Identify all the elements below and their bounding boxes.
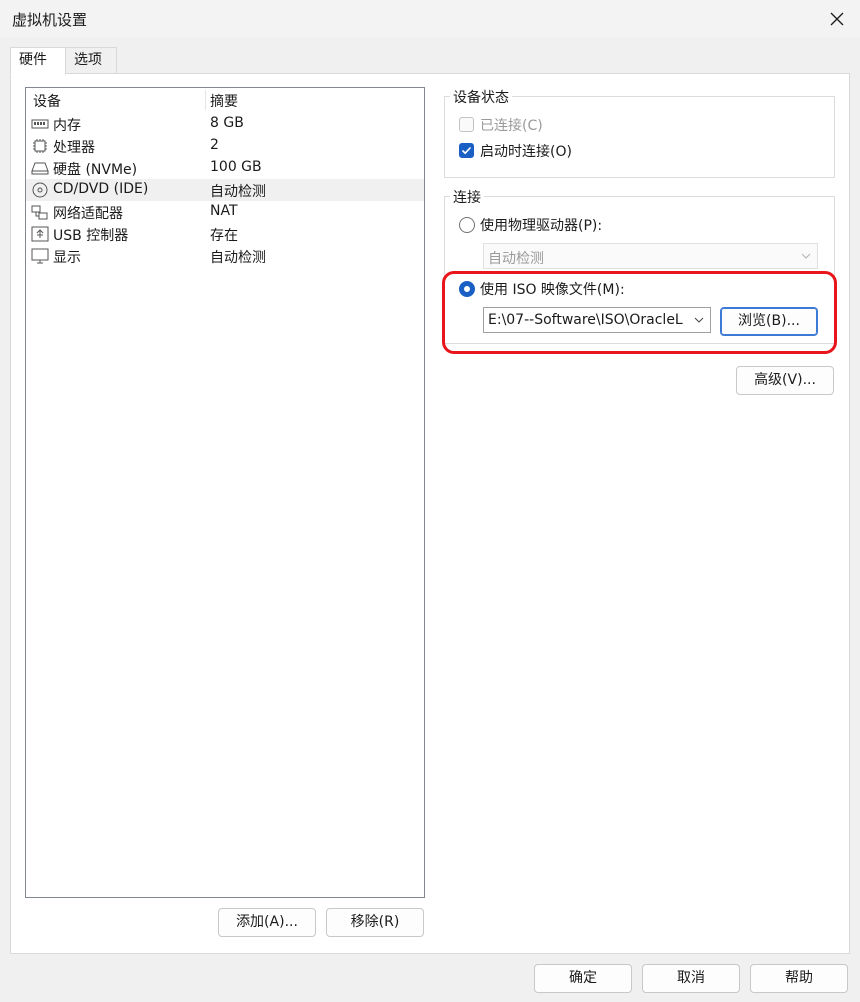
device-row-memory[interactable]: 内存 8 GB <box>26 113 424 135</box>
processor-icon <box>33 139 47 153</box>
physical-drive-label: 使用物理驱动器(P): <box>480 218 603 234</box>
column-divider[interactable] <box>205 90 206 110</box>
device-list[interactable]: 设备 摘要 内存 8 GB 处理器 2 硬盘 (NVMe) 100 GB CD/… <box>25 87 425 898</box>
device-name: CD/DVD (IDE) <box>53 181 149 197</box>
device-row-processor[interactable]: 处理器 2 <box>26 135 424 157</box>
physical-drive-value: 自动检测 <box>488 251 544 267</box>
tab-options[interactable]: 选项 <box>65 47 117 74</box>
connection-label: 连接 <box>450 187 484 207</box>
device-summary: NAT <box>210 203 238 219</box>
window-title: 虚拟机设置 <box>12 11 88 29</box>
title-bar: 虚拟机设置 <box>0 0 860 38</box>
device-name: 硬盘 (NVMe) <box>53 162 138 178</box>
device-row-display[interactable]: 显示 自动检测 <box>26 245 424 267</box>
device-row-usb-controller[interactable]: USB 控制器 存在 <box>26 223 424 245</box>
add-device-button[interactable]: 添加(A)... <box>218 908 316 937</box>
cancel-button[interactable]: 取消 <box>642 964 740 993</box>
device-summary: 自动检测 <box>210 250 266 266</box>
connected-label: 已连接(C) <box>480 118 543 134</box>
device-status-label: 设备状态 <box>450 87 512 107</box>
remove-device-button[interactable]: 移除(R) <box>326 908 424 937</box>
cd-dvd-icon <box>32 182 48 198</box>
tab-hardware[interactable]: 硬件 <box>10 47 66 75</box>
connect-at-power-on-label: 启动时连接(O) <box>480 144 572 160</box>
device-summary: 存在 <box>210 228 238 244</box>
connected-checkbox[interactable] <box>459 117 474 132</box>
physical-drive-select[interactable]: 自动检测 <box>483 243 818 269</box>
close-button[interactable] <box>814 0 860 38</box>
device-name: 显示 <box>53 250 81 266</box>
device-name: 网络适配器 <box>53 206 123 222</box>
device-name: 处理器 <box>53 140 95 156</box>
device-row-network-adapter[interactable]: 网络适配器 NAT <box>26 201 424 223</box>
column-header-device[interactable]: 设备 <box>33 91 61 111</box>
memory-icon <box>31 119 49 129</box>
column-header-summary[interactable]: 摘要 <box>210 91 238 111</box>
physical-drive-radio[interactable] <box>459 217 475 233</box>
device-list-header: 设备 摘要 <box>26 88 424 112</box>
device-status-group <box>444 96 835 178</box>
device-summary: 100 GB <box>210 159 262 175</box>
chevron-down-icon <box>801 253 811 259</box>
help-button[interactable]: 帮助 <box>750 964 848 993</box>
hard-disk-icon <box>31 162 49 175</box>
usb-icon <box>31 226 49 242</box>
checkmark-icon <box>461 146 472 155</box>
device-summary: 自动检测 <box>210 184 266 200</box>
display-icon <box>31 248 49 264</box>
device-name: 内存 <box>53 118 81 134</box>
device-row-hard-disk[interactable]: 硬盘 (NVMe) 100 GB <box>26 157 424 179</box>
connect-at-power-on-checkbox[interactable] <box>459 143 474 158</box>
close-icon <box>830 12 844 26</box>
device-summary: 2 <box>210 137 219 153</box>
ok-button[interactable]: 确定 <box>534 964 632 993</box>
device-row-cd-dvd[interactable]: CD/DVD (IDE) 自动检测 <box>26 179 424 201</box>
annotation-highlight <box>442 271 837 354</box>
network-adapter-icon <box>31 205 48 220</box>
device-name: USB 控制器 <box>53 228 129 244</box>
device-summary: 8 GB <box>210 115 244 131</box>
advanced-button[interactable]: 高级(V)... <box>736 366 834 395</box>
